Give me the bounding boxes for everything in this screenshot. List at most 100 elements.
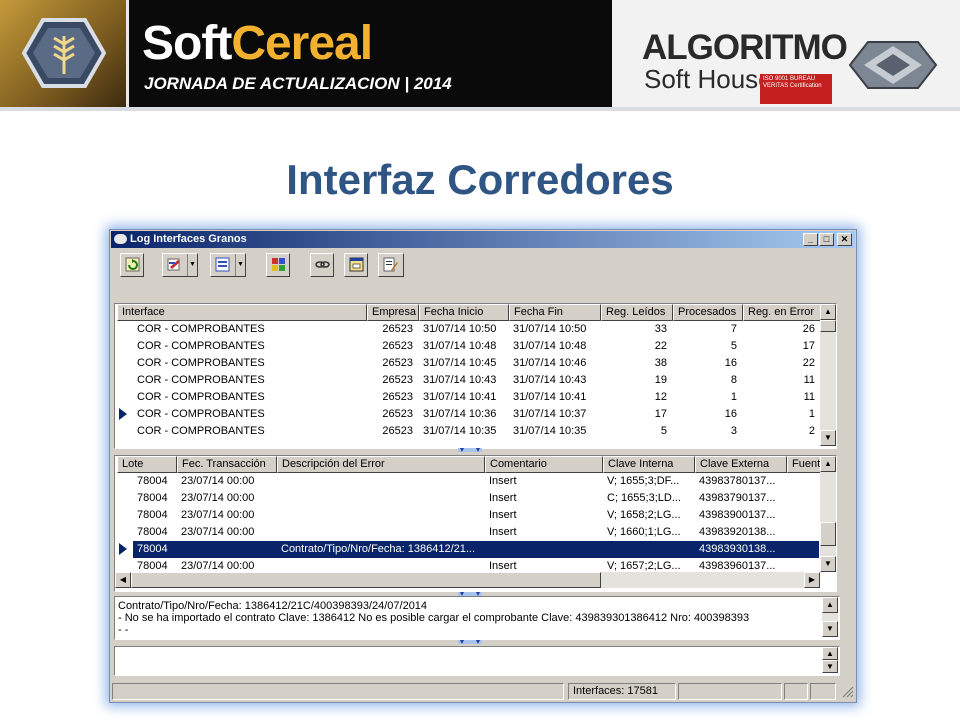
scroll-thumb[interactable] — [820, 320, 836, 332]
slide-banner: SoftCereal JORNADA DE ACTUALIZACION | 20… — [0, 0, 960, 107]
status-pane — [678, 683, 782, 700]
edit-button[interactable]: ▼ — [162, 253, 198, 277]
table-row[interactable]: COR - COMPROBANTES 26523 31/07/14 10:43 31/… — [115, 372, 821, 389]
table-cell: 17 — [654, 408, 667, 420]
table-cell: 26523 — [382, 340, 413, 352]
table-cell: COR - COMPROBANTES — [137, 323, 265, 335]
scroll-down-button[interactable]: ▼ — [820, 430, 836, 446]
column-header[interactable]: Descripción del Error — [277, 456, 485, 473]
brand-soft: Soft — [142, 17, 232, 70]
column-header[interactable]: Fecha Inicio — [419, 304, 509, 321]
scroll-up-button[interactable]: ▲ — [822, 597, 838, 613]
table-cell: 3 — [730, 425, 737, 437]
table-cell: 78004 — [137, 526, 168, 538]
scroll-down-button[interactable]: ▼ — [822, 621, 838, 637]
column-header[interactable]: Clave Externa — [695, 456, 787, 473]
refresh-button[interactable] — [120, 253, 144, 277]
memo-line: - No se ha importado el contrato Clave: … — [118, 612, 750, 624]
table-row[interactable]: COR - COMPROBANTES 26523 31/07/14 10:48 31/… — [115, 338, 821, 355]
minimize-button[interactable]: _ — [803, 233, 818, 246]
table-cell: Insert — [489, 492, 517, 504]
table-cell: 31/07/14 10:48 — [423, 340, 497, 352]
interfaces-vscroll[interactable]: ▲ ▼ — [820, 304, 836, 446]
table-row[interactable]: COR - COMPROBANTES 26523 31/07/14 10:45 31/… — [115, 355, 821, 372]
errors-vscroll[interactable]: ▲ ▼ — [820, 456, 836, 572]
list-dropdown-arrow[interactable]: ▼ — [235, 254, 245, 276]
table-cell: 22 — [654, 340, 667, 352]
table-row[interactable]: 78004 23/07/14 00:00 Insert V; 1660;1;LG...… — [133, 524, 819, 541]
errors-hscroll[interactable]: ◀ ▶ — [115, 572, 820, 588]
error-detail-memo[interactable]: Contrato/Tipo/Nro/Fecha: 1386412/21C/400… — [114, 596, 840, 640]
table-row[interactable]: COR - COMPROBANTES 26523 31/07/14 10:36 31/… — [115, 406, 821, 423]
table-row[interactable]: COR - COMPROBANTES 26523 31/07/14 10:41 31/… — [115, 389, 821, 406]
list-button[interactable]: ▼ — [210, 253, 246, 277]
table-cell: 23/07/14 00:00 — [181, 475, 255, 487]
memo-vscroll[interactable]: ▲ ▼ — [822, 597, 838, 637]
scroll-up-button[interactable]: ▲ — [820, 456, 836, 472]
resize-grip-icon[interactable] — [842, 686, 854, 698]
maximize-button[interactable]: □ — [819, 233, 834, 246]
status-interfaces-count: Interfaces: 17581 — [568, 683, 676, 700]
scroll-right-button[interactable]: ▶ — [804, 572, 820, 588]
table-cell: 7 — [730, 323, 737, 335]
table-cell: Insert — [489, 475, 517, 487]
window-button[interactable] — [344, 253, 368, 277]
table-cell: 5 — [660, 425, 667, 437]
grid-color-button[interactable] — [266, 253, 290, 277]
table-row[interactable]: 78004 23/07/14 00:00 Insert C; 1655;3;LD...… — [133, 490, 819, 507]
table-row[interactable]: COR - COMPROBANTES 26523 31/07/14 10:50 31/… — [115, 321, 821, 338]
table-cell: 8 — [730, 374, 737, 386]
partner-title: ALGORITMO — [642, 28, 848, 67]
scroll-down-button[interactable]: ▼ — [822, 660, 838, 673]
table-cell: 31/07/14 10:45 — [423, 357, 497, 369]
link-button[interactable] — [310, 253, 334, 277]
splitter-handle-3[interactable] — [458, 640, 482, 644]
splitter-handle-1[interactable] — [458, 448, 482, 452]
table-row[interactable]: 78004 23/07/14 00:00 Insert V; 1655;3;DF...… — [133, 473, 819, 490]
column-header[interactable]: Clave Interna — [603, 456, 695, 473]
table-cell: V; 1658;2;LG... — [607, 509, 681, 521]
table-cell: 23/07/14 00:00 — [181, 509, 255, 521]
column-header[interactable]: Reg. Leídos — [601, 304, 673, 321]
hscroll-thumb[interactable] — [131, 572, 601, 588]
scroll-up-button[interactable]: ▲ — [820, 304, 836, 320]
table-row[interactable]: COR - COMPROBANTES 26523 31/07/14 10:35 31/… — [115, 423, 821, 440]
status-pane — [112, 683, 564, 700]
column-header[interactable]: Empresa — [367, 304, 419, 321]
table-row[interactable]: 78004 Contrato/Tipo/Nro/Fecha: 1386412/21… — [133, 541, 819, 558]
column-header[interactable]: Procesados — [673, 304, 743, 321]
scroll-down-button[interactable]: ▼ — [820, 556, 836, 572]
scroll-up-button[interactable]: ▲ — [822, 647, 838, 660]
edit-icon — [167, 258, 180, 271]
column-header[interactable]: Comentario — [485, 456, 603, 473]
link-icon — [315, 261, 330, 268]
edit-dropdown-arrow[interactable]: ▼ — [187, 254, 197, 276]
partner-subtitle: Soft House — [644, 64, 773, 94]
column-header[interactable]: Interface — [117, 304, 367, 321]
notes-vscroll[interactable]: ▲ ▼ — [822, 647, 838, 673]
table-cell: 31/07/14 10:37 — [513, 408, 587, 420]
column-header[interactable]: Lote — [117, 456, 177, 473]
table-cell: 38 — [654, 357, 667, 369]
column-header[interactable]: Fuent — [787, 456, 821, 473]
table-cell: COR - COMPROBANTES — [137, 374, 265, 386]
status-pane — [810, 683, 836, 700]
column-header[interactable]: Reg. en Error — [743, 304, 821, 321]
table-cell: 16 — [724, 357, 737, 369]
scroll-thumb[interactable] — [820, 522, 836, 546]
notes-memo[interactable]: ▲ ▼ — [114, 646, 840, 676]
table-row[interactable]: 78004 23/07/14 00:00 Insert V; 1658;2;LG...… — [133, 507, 819, 524]
report-edit-button[interactable] — [378, 253, 404, 277]
column-header[interactable]: Fecha Fin — [509, 304, 601, 321]
table-cell: 5 — [730, 340, 737, 352]
brand-cereal: Cereal — [231, 17, 373, 70]
status-pane — [784, 683, 808, 700]
close-button[interactable]: ✕ — [837, 233, 852, 246]
scroll-left-button[interactable]: ◀ — [115, 572, 131, 588]
window-titlebar[interactable]: Log Interfaces Granos _ □ ✕ — [111, 231, 855, 248]
iso-badge: ISO 9001 BUREAU VERITAS Certification — [760, 74, 832, 104]
interfaces-grid[interactable]: Interface Empresa Fecha Inicio Fecha Fin Reg… — [114, 303, 837, 449]
table-cell: 23/07/14 00:00 — [181, 492, 255, 504]
column-header[interactable]: Fec. Transacción — [177, 456, 277, 473]
table-cell: 16 — [724, 408, 737, 420]
